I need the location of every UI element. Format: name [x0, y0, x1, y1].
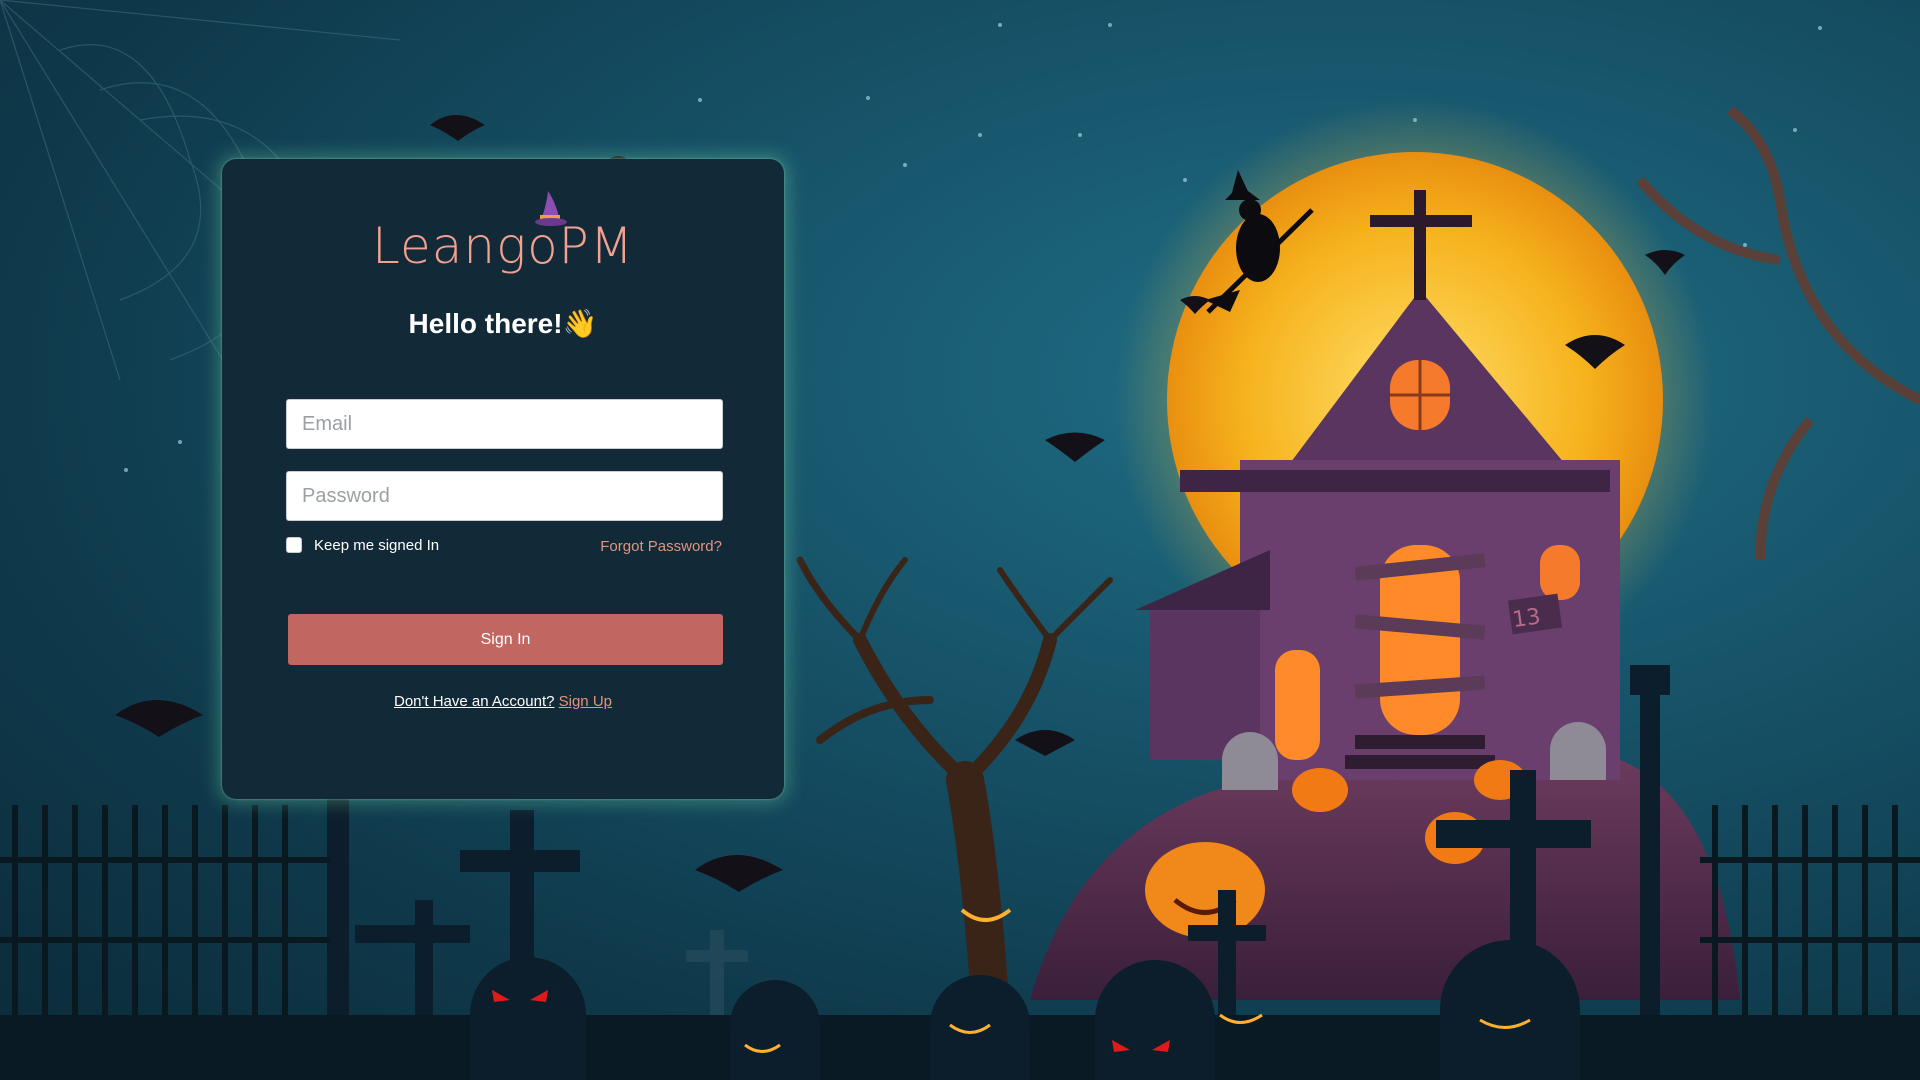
- keep-signed-in-checkbox[interactable]: [286, 537, 302, 553]
- login-card: LeangoPM Hello there!👋 Keep me signed In…: [222, 159, 784, 799]
- email-input[interactable]: [286, 399, 723, 449]
- house-number: 13: [1511, 604, 1542, 633]
- waving-hand-icon: 👋: [562, 308, 598, 339]
- sign-in-button[interactable]: Sign In: [288, 614, 723, 665]
- password-input[interactable]: [286, 471, 723, 521]
- no-account-text: Don't Have an Account?: [393, 693, 555, 710]
- sign-up-row: Don't Have an Account? Sign Up: [222, 693, 784, 710]
- sign-up-link[interactable]: Sign Up: [559, 693, 612, 710]
- keep-signed-in-label[interactable]: Keep me signed In: [314, 537, 439, 554]
- brand-logo: LeangoPM: [372, 217, 634, 275]
- greeting-text: Hello there!: [408, 308, 563, 339]
- forgot-password-link[interactable]: Forgot Password?: [600, 538, 722, 555]
- greeting-heading: Hello there!👋: [222, 307, 784, 340]
